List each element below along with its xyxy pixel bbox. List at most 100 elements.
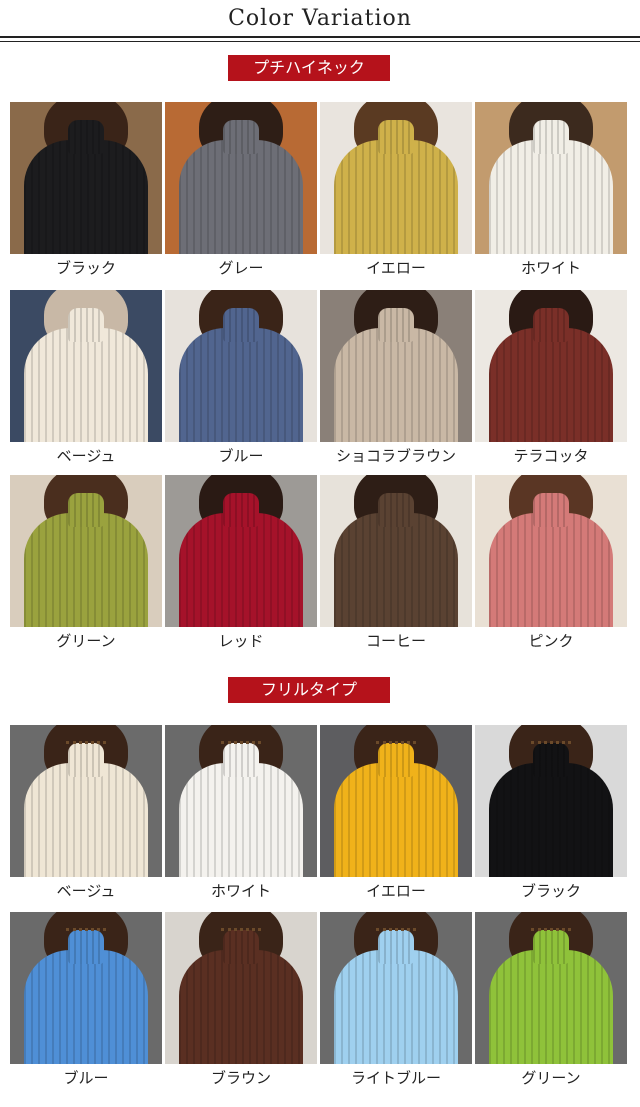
sweater-neck (378, 120, 414, 154)
section-badge: プチハイネック (228, 55, 390, 81)
frill-collar (66, 928, 106, 937)
color-swatch-item[interactable]: レッド (165, 475, 317, 655)
color-label: テラコッタ (513, 447, 589, 465)
frill-collar (221, 928, 261, 937)
color-label: ベージュ (56, 447, 116, 465)
color-swatch-item[interactable]: ブルー (165, 290, 317, 470)
color-swatch-item[interactable]: テラコッタ (475, 290, 627, 470)
product-photo (320, 102, 472, 254)
color-label: ブラウン (210, 1069, 271, 1087)
color-swatch-item[interactable]: イエロー (320, 102, 472, 282)
product-photo (10, 725, 162, 877)
color-label: グレー (218, 259, 264, 277)
color-label: グリーン (521, 1069, 581, 1087)
sweater-body (24, 950, 148, 1064)
color-label: ブラック (55, 259, 116, 277)
sweater-neck (223, 120, 259, 154)
frill-collar (221, 741, 261, 750)
product-photo (475, 290, 627, 442)
sweater-body (489, 763, 613, 877)
product-photo (320, 475, 472, 627)
color-swatch-item[interactable]: イエロー (320, 725, 472, 905)
product-photo (165, 475, 317, 627)
sweater-body (179, 763, 303, 877)
sweater-body (334, 950, 458, 1064)
sweater-neck (68, 308, 104, 342)
color-label: ショコラブラウン (335, 447, 456, 465)
product-photo (165, 912, 317, 1064)
frill-collar (531, 928, 571, 937)
product-photo (475, 912, 627, 1064)
sweater-neck (378, 308, 414, 342)
color-label: ホワイト (520, 259, 581, 277)
color-label: イエロー (366, 259, 426, 277)
sweater-body (334, 513, 458, 627)
product-photo (165, 290, 317, 442)
product-photo (475, 475, 627, 627)
sweater-body (179, 513, 303, 627)
sweater-neck (533, 120, 569, 154)
sweater-body (334, 140, 458, 254)
frill-collar (376, 741, 416, 750)
color-label: レッド (218, 632, 264, 650)
product-photo (10, 475, 162, 627)
color-label: ホワイト (210, 882, 271, 900)
product-photo (320, 290, 472, 442)
product-photo (10, 102, 162, 254)
title-rule (0, 36, 640, 38)
product-photo (165, 725, 317, 877)
color-label: ブルー (218, 447, 264, 465)
color-swatch-item[interactable]: ショコラブラウン (320, 290, 472, 470)
section-badge: フリルタイプ (228, 677, 390, 703)
color-label: ベージュ (56, 882, 116, 900)
color-swatch-item[interactable]: グレー (165, 102, 317, 282)
color-swatch-item[interactable]: ホワイト (165, 725, 317, 905)
color-swatch-item[interactable]: ベージュ (10, 725, 162, 905)
sweater-neck (223, 308, 259, 342)
sweater-neck (533, 493, 569, 527)
color-swatch-item[interactable]: ブラック (10, 102, 162, 282)
sweater-body (489, 950, 613, 1064)
sweater-body (24, 513, 148, 627)
sweater-body (179, 950, 303, 1064)
sweater-neck (68, 120, 104, 154)
sweater-neck (378, 493, 414, 527)
sweater-body (179, 328, 303, 442)
sweater-body (24, 328, 148, 442)
color-swatch-item[interactable]: ブラウン (165, 912, 317, 1092)
product-photo (475, 102, 627, 254)
color-swatch-item[interactable]: ブルー (10, 912, 162, 1092)
color-swatch-item[interactable]: ホワイト (475, 102, 627, 282)
product-photo (10, 912, 162, 1064)
sweater-body (24, 763, 148, 877)
color-swatch-item[interactable]: ブラック (475, 725, 627, 905)
color-swatch-item[interactable]: ベージュ (10, 290, 162, 470)
sweater-body (24, 140, 148, 254)
sweater-neck (223, 493, 259, 527)
title-rule-thin (0, 41, 640, 42)
sweater-body (334, 328, 458, 442)
frill-collar (66, 741, 106, 750)
color-swatch-item[interactable]: コーヒー (320, 475, 472, 655)
color-label: ライトブルー (350, 1069, 441, 1087)
sweater-body (489, 328, 613, 442)
sweater-body (179, 140, 303, 254)
product-photo (165, 102, 317, 254)
page-title: Color Variation (228, 6, 412, 31)
frill-collar (376, 928, 416, 937)
color-label: イエロー (366, 882, 426, 900)
sweater-body (489, 140, 613, 254)
color-label: コーヒー (365, 632, 426, 650)
color-swatch-item[interactable]: グリーン (10, 475, 162, 655)
color-label: ブルー (63, 1069, 109, 1087)
color-swatch-item[interactable]: ライトブルー (320, 912, 472, 1092)
product-photo (320, 912, 472, 1064)
color-label: ピンク (528, 632, 574, 650)
color-swatch-item[interactable]: ピンク (475, 475, 627, 655)
color-label: グリーン (56, 632, 116, 650)
sweater-body (334, 763, 458, 877)
color-swatch-item[interactable]: グリーン (475, 912, 627, 1092)
product-photo (320, 725, 472, 877)
product-photo (475, 725, 627, 877)
product-photo (10, 290, 162, 442)
